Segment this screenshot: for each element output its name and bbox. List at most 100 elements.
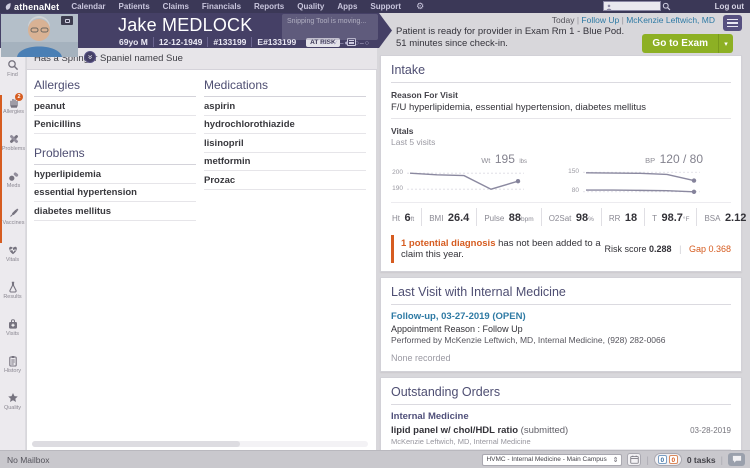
syringe-icon [8,206,20,219]
order-date: 03-28-2019 [690,426,731,435]
expand-banner-chevron[interactable]: » [84,51,96,63]
heart-pulse-icon [7,243,19,256]
nav-item-reports[interactable]: Reports [254,2,284,11]
athenanet-app: athenaNet Calendar Patients Claims Finan… [0,0,750,468]
sidebar-item-results[interactable]: Results [0,280,25,317]
context-link-provider[interactable]: McKenzie Leftwich, MD [626,15,715,25]
pills-icon [8,169,20,182]
separator: | [621,15,624,25]
schedule-icon[interactable] [627,453,642,466]
mailbox-status: No Mailbox [7,454,50,465]
department-select-value: HVMC - Internal Medicine - Main Campus [486,456,607,463]
nav-item-claims[interactable]: Claims [163,2,189,11]
edit-photo-camera-icon[interactable] [61,16,73,25]
nav-item-apps[interactable]: Apps [337,2,357,11]
allergies-section-title: Allergies [34,78,196,97]
vitals-subtitle: Last 5 visits [391,137,436,147]
sidebar-item-vaccines[interactable]: Vaccines [0,206,25,243]
diagnosis-alert-highlight[interactable]: 1 potential diagnosis [401,238,496,249]
lab-flask-icon [7,280,19,293]
task-counters[interactable]: 0 0 [653,453,682,466]
context-link-follow-up[interactable]: Follow Up [581,15,619,25]
intake-card: Intake Reason For Visit F/U hyperlipidem… [380,55,746,272]
last-visit-link[interactable]: Follow-up, 03-27-2019 (OPEN) [391,311,731,322]
nav-item-calendar[interactable]: Calendar [71,2,105,11]
patient-ready-message: Patient is ready for provider in Exam Rm… [396,26,624,50]
chart-sidebar: Find 2 Allergies Problems Meds Vaccines … [0,48,26,450]
nav-item-quality[interactable]: Quality [297,2,324,11]
sidebar-item-allergies[interactable]: 2 Allergies [0,93,25,132]
sidebar-item-find[interactable]: Find [0,58,25,95]
risk-score-summary: Risk score 0.288 | Gap 0.368 [604,244,732,254]
diagnosis-alert-text: 1 potential diagnosis has not been added… [401,238,601,260]
appointment-reason: Appointment Reason : Follow Up [391,323,523,334]
menu-hamburger-icon[interactable] [723,15,742,31]
visit-bag-icon [7,317,19,330]
bottom-status-bar: No Mailbox HVMC - Internal Medicine - Ma… [0,450,750,468]
patient-id: #133199 [208,37,253,47]
medication-item: lisinopril [204,134,366,153]
sidebar-item-quality[interactable]: Quality [0,391,25,428]
task-counter-orange[interactable]: 0 [668,455,678,464]
tasks-count-label[interactable]: 0 tasks [687,455,716,465]
task-counter-blue[interactable]: 0 [657,455,667,464]
context-link-today[interactable]: Today [552,15,575,25]
settings-gear-icon[interactable]: ⚙ [416,1,424,12]
allergy-count-badge: 2 [15,93,23,101]
weight-sparkline: Wt 195 lbs 200 190 [391,150,541,196]
sidebar-item-problems[interactable]: Problems [0,132,25,169]
chat-bubble-icon[interactable] [728,453,745,466]
patient-dob: 12-12-1949 [154,37,209,47]
horizontal-scrollbar[interactable] [32,441,368,447]
bp-current-reading: BP 120 / 80 [645,152,703,166]
weight-axis-ticks: 200 190 [392,168,403,192]
medication-item: Prozac [204,171,366,190]
summary-right-column: Medications aspirin hydrochlorothiazide … [204,78,366,190]
nav-item-support[interactable]: Support [370,2,401,11]
nav-item-financials[interactable]: Financials [202,2,241,11]
clipboard-icon [7,354,19,367]
sidebar-item-history[interactable]: History [0,354,25,391]
vital-bsa: BSA 2.12 [704,212,747,224]
weight-current-reading: Wt 195 lbs [481,152,527,166]
sidebar-item-meds[interactable]: Meds [0,169,25,206]
search-submit-button[interactable] [661,1,673,11]
logout-button[interactable]: Log out [715,2,744,11]
vital-ht: Ht 6ft [391,208,423,226]
sidebar-item-visits[interactable]: Visits [0,317,25,354]
search-icon [662,2,671,10]
separator: | [720,454,723,465]
vital-rr: RR 18 [602,208,646,226]
summary-left-column: Allergies peanut Penicillins Problems hy… [34,78,196,221]
caret-down-icon[interactable]: ▾ [718,34,733,53]
medication-item: aspirin [204,97,366,116]
sidebar-item-vitals[interactable]: Vitals [0,243,25,280]
nav-item-patients[interactable]: Patients [119,2,150,11]
athenanet-logo[interactable]: athenaNet [4,2,59,12]
athena-leaf-icon [5,3,11,10]
encounter-progress-indicator: ✓–✓–●–○–○ [321,40,370,47]
context-links: Today | Follow Up | McKenzie Leftwich, M… [552,15,715,25]
bp-axis-ticks: 150 80 [568,167,579,195]
order-row[interactable]: lipid panel w/ chol/HDL ratio (submitted… [391,422,731,450]
encounter-panel: Intake Reason For Visit F/U hyperlipidem… [380,55,746,468]
diagnosis-alert: 1 potential diagnosis has not been added… [391,235,731,263]
go-to-exam-label: Go to Exam [642,34,718,53]
risk-score-value: 0.288 [649,244,672,254]
global-search-input[interactable] [603,2,660,10]
order-provider: McKenzie Leftwich, MD, Internal Medicine [391,437,531,446]
global-search [602,1,661,11]
reason-for-visit-label: Reason For Visit [391,90,458,100]
patient-name: Jake MEDLOCK [118,15,253,35]
vital-o2sat: O2Sat 98% [542,208,602,226]
order-status: (submitted) [520,425,569,436]
go-to-exam-button[interactable]: Go to Exam ▾ [642,34,733,53]
department-select[interactable]: HVMC - Internal Medicine - Main Campus ⇕ [482,453,623,466]
orders-group-internal-medicine: Internal Medicine [391,410,469,422]
vital-pulse: Pulse 88bpm [477,208,542,226]
order-name: lipid panel w/ chol/HDL ratio [391,425,519,436]
patient-age-sex: 69yo M [119,37,154,47]
vitals-sparklines: Wt 195 lbs 200 190 BP 120 / 80 150 80 [391,150,731,196]
brand-label: athenaNet [14,1,60,12]
outstanding-orders-title: Outstanding Orders [391,385,731,405]
